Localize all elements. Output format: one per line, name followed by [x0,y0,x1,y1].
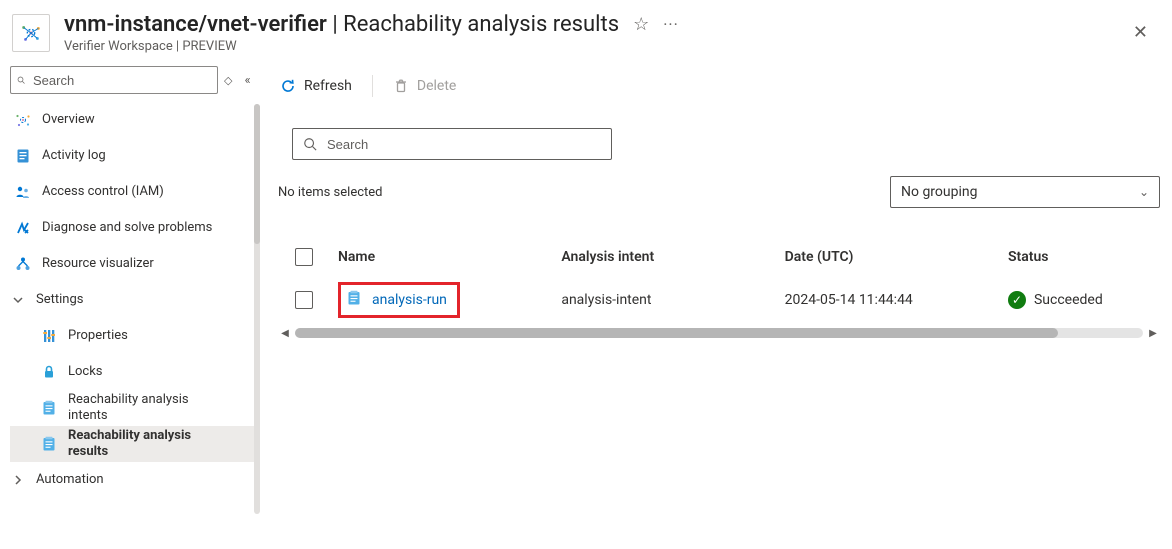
diagnose-icon [14,219,32,237]
intents-icon [40,399,58,417]
activity-log-icon [14,147,32,165]
delete-button: Delete [391,74,458,98]
resource-icon [12,14,50,52]
col-header-date[interactable]: Date (UTC) [777,245,1000,269]
row-checkbox[interactable] [295,291,313,309]
refresh-button[interactable]: Refresh [278,74,354,98]
sidebar-section-automation[interactable]: Automation [10,462,260,498]
selection-status: No items selected [278,185,383,200]
sidebar-item-iam[interactable]: Access control (IAM) [10,174,260,210]
cell-intent: analysis-intent [553,288,776,312]
iam-icon [14,183,32,201]
analysis-run-link[interactable]: analysis-run [372,292,447,308]
toolbar: Refresh Delete [278,66,1160,106]
table-row: analysis-run analysis-intent 2024-05-14 … [278,278,1160,322]
lock-icon [40,363,58,381]
col-header-status[interactable]: Status [1000,245,1160,269]
results-icon [40,435,58,453]
chevron-right-icon [10,474,26,486]
chevron-down-icon [10,294,26,306]
page-header: vnm-instance/vnet-verifier | Reachabilit… [0,0,1172,60]
run-icon [346,290,362,310]
sidebar-section-settings[interactable]: Settings [10,282,260,318]
page-subtitle: Verifier Workspace | PREVIEW [64,39,1125,54]
sidebar-item-intents[interactable]: Reachability analysis intents [10,390,260,426]
close-icon[interactable]: ✕ [1125,18,1156,47]
status-badge: ✓ Succeeded [1008,291,1103,309]
overview-icon [14,111,32,129]
sidebar-item-diagnose[interactable]: Diagnose and solve problems [10,210,260,246]
sidebar-item-properties[interactable]: Properties [10,318,260,354]
expand-icon[interactable]: ◇ [224,74,232,87]
success-icon: ✓ [1008,291,1026,309]
more-actions-icon[interactable]: ··· [663,15,679,34]
horizontal-scrollbar[interactable]: ◀ ▶ [278,326,1160,340]
search-icon [303,137,317,151]
col-header-intent[interactable]: Analysis intent [553,245,776,269]
col-header-name[interactable]: Name [330,245,553,269]
sidebar-item-results[interactable]: Reachability analysis results [10,426,260,462]
sidebar-search-input[interactable] [10,66,218,94]
sidebar-item-overview[interactable]: Overview [10,102,260,138]
scroll-right-icon[interactable]: ▶ [1146,328,1160,339]
sidebar-item-locks[interactable]: Locks [10,354,260,390]
content-search-input[interactable] [292,128,612,160]
scroll-left-icon[interactable]: ◀ [278,328,292,339]
chevron-down-icon: ⌄ [1139,185,1149,199]
favorite-star-icon[interactable]: ☆ [633,14,649,35]
results-grid: Name Analysis intent Date (UTC) Status a… [278,236,1160,340]
sidebar: ◇ « Overview Activity log Access cont [0,60,260,547]
refresh-icon [280,78,296,94]
cell-date: 2024-05-14 11:44:44 [777,288,1000,312]
annotation-highlight: analysis-run [338,282,460,318]
select-all-checkbox[interactable] [295,248,313,266]
sidebar-nav: Overview Activity log Access control (IA… [10,102,260,498]
grouping-dropdown[interactable]: No grouping ⌄ [890,176,1160,208]
visualizer-icon [14,255,32,273]
sidebar-item-visualizer[interactable]: Resource visualizer [10,246,260,282]
properties-icon [40,327,58,345]
page-title: vnm-instance/vnet-verifier | Reachabilit… [64,12,619,37]
main-content: Refresh Delete No items selected No grou… [260,60,1172,547]
toolbar-separator [372,75,373,97]
search-icon [17,73,25,87]
collapse-sidebar-icon[interactable]: « [238,69,256,92]
sidebar-item-activity-log[interactable]: Activity log [10,138,260,174]
trash-icon [393,78,409,94]
